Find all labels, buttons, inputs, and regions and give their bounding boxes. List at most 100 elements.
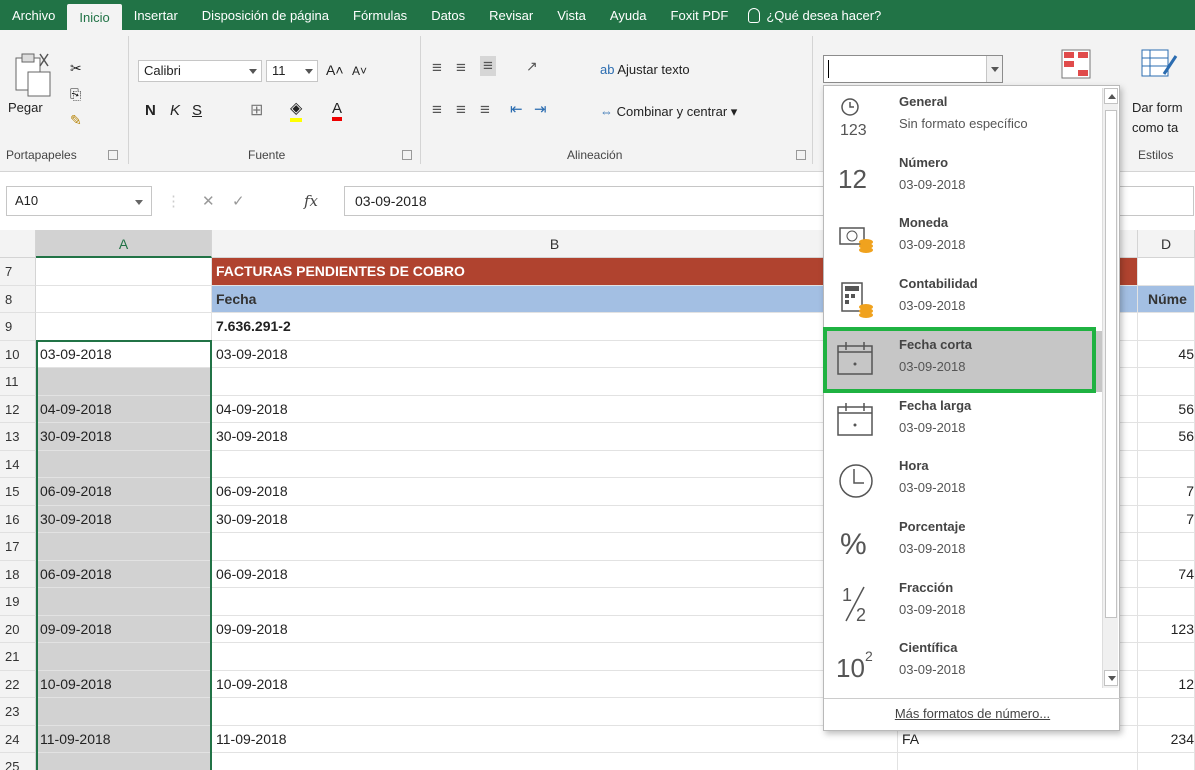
- cell-a[interactable]: 04-09-2018: [36, 395, 212, 423]
- font-color-icon[interactable]: A: [332, 100, 343, 121]
- insert-function-icon[interactable]: fx: [304, 192, 318, 210]
- row-header[interactable]: 21: [0, 643, 36, 671]
- font-name-select[interactable]: Calibri: [138, 60, 262, 82]
- cell-d[interactable]: [1138, 643, 1195, 671]
- column-header-a[interactable]: A: [36, 230, 212, 258]
- name-box[interactable]: A10: [6, 186, 152, 216]
- alignment-launcher-icon[interactable]: [796, 150, 806, 160]
- cell-b[interactable]: 10-09-2018: [212, 670, 898, 698]
- column-header-d[interactable]: D: [1138, 230, 1195, 258]
- merge-center-button[interactable]: ⇔ Combinar y centrar ▾: [600, 104, 737, 120]
- row-header[interactable]: 10: [0, 340, 36, 368]
- row-header[interactable]: 24: [0, 725, 36, 753]
- align-bottom-icon[interactable]: ≡: [480, 56, 496, 76]
- number-format-dropdown-button[interactable]: [986, 56, 1002, 82]
- cell-a[interactable]: 30-09-2018: [36, 423, 212, 451]
- font-launcher-icon[interactable]: [402, 150, 412, 160]
- row-header[interactable]: 7: [0, 258, 36, 286]
- orientation-icon[interactable]: ↗: [526, 58, 538, 75]
- align-right-icon[interactable]: ≡: [480, 100, 490, 120]
- row-header[interactable]: 16: [0, 505, 36, 533]
- cell-d[interactable]: 7: [1138, 505, 1195, 533]
- cell-a[interactable]: [36, 258, 212, 286]
- cell-b[interactable]: 04-09-2018: [212, 395, 898, 423]
- cell-d[interactable]: [1138, 533, 1195, 561]
- increase-indent-icon[interactable]: ⇥: [534, 100, 547, 118]
- scrollbar-thumb[interactable]: [1105, 110, 1117, 618]
- tab-archivo[interactable]: Archivo: [0, 0, 67, 30]
- tab-ayuda[interactable]: Ayuda: [598, 0, 659, 30]
- cell-b[interactable]: [212, 450, 898, 478]
- cell-d[interactable]: 12: [1138, 670, 1195, 698]
- dropdown-scrollbar[interactable]: [1102, 88, 1118, 688]
- cell-b[interactable]: 30-09-2018: [212, 505, 898, 533]
- format-option[interactable]: 10 2 Científica 03-09-2018: [824, 634, 1105, 695]
- cell-a[interactable]: 06-09-2018: [36, 478, 212, 506]
- row-header[interactable]: 25: [0, 753, 36, 770]
- cell-a[interactable]: 06-09-2018: [36, 560, 212, 588]
- row-header[interactable]: 13: [0, 423, 36, 451]
- row-header[interactable]: 14: [0, 450, 36, 478]
- cell-a[interactable]: [36, 698, 212, 726]
- row-header[interactable]: 9: [0, 313, 36, 341]
- cell-b[interactable]: 03-09-2018: [212, 340, 898, 368]
- cell-b[interactable]: Fecha: [212, 285, 898, 313]
- cell-a[interactable]: 10-09-2018: [36, 670, 212, 698]
- cell-d[interactable]: 74: [1138, 560, 1195, 588]
- row-header[interactable]: 12: [0, 395, 36, 423]
- cell-a[interactable]: [36, 285, 212, 313]
- bold-button[interactable]: N: [145, 102, 156, 119]
- font-size-select[interactable]: 11: [266, 60, 318, 82]
- decrease-indent-icon[interactable]: ⇤: [510, 100, 523, 118]
- tab-datos[interactable]: Datos: [419, 0, 477, 30]
- cell-c[interactable]: [898, 753, 1138, 770]
- tab-inicio[interactable]: Inicio: [67, 4, 122, 30]
- cell-b[interactable]: 7.636.291-2: [212, 313, 898, 341]
- format-option[interactable]: Hora 03-09-2018: [824, 452, 1105, 513]
- align-middle-icon[interactable]: ≡: [456, 58, 466, 78]
- cut-icon[interactable]: ✂: [70, 60, 82, 77]
- borders-icon[interactable]: ⊞: [250, 100, 263, 120]
- format-table-button-line2[interactable]: como ta: [1132, 120, 1178, 135]
- format-option[interactable]: 1 2 Fracción 03-09-2018: [824, 574, 1105, 635]
- cell-d[interactable]: [1138, 698, 1195, 726]
- cell-a[interactable]: [36, 643, 212, 671]
- cell-b[interactable]: FACTURAS PENDIENTES DE COBRO: [212, 258, 898, 286]
- row-header[interactable]: 11: [0, 368, 36, 396]
- conditional-format-icon[interactable]: [1060, 48, 1092, 80]
- wrap-text-button[interactable]: ab Ajustar texto: [600, 62, 690, 77]
- tab-foxit[interactable]: Foxit PDF: [659, 0, 741, 30]
- cancel-icon[interactable]: ✕: [202, 192, 215, 210]
- cell-d[interactable]: [1138, 313, 1195, 341]
- paste-icon[interactable]: [10, 50, 62, 98]
- tab-insertar[interactable]: Insertar: [122, 0, 190, 30]
- format-option[interactable]: 12 Número 03-09-2018: [824, 149, 1105, 210]
- column-header-b[interactable]: B: [212, 230, 898, 258]
- cell-d[interactable]: 7: [1138, 478, 1195, 506]
- format-option[interactable]: % Porcentaje 03-09-2018: [824, 513, 1105, 574]
- number-format-select[interactable]: [823, 55, 1003, 83]
- cell-d[interactable]: Núme: [1138, 285, 1195, 313]
- format-table-button-line1[interactable]: Dar form: [1132, 100, 1183, 115]
- tab-disposicion[interactable]: Disposición de página: [190, 0, 341, 30]
- align-top-icon[interactable]: ≡: [432, 58, 442, 78]
- cell-b[interactable]: 11-09-2018: [212, 725, 898, 753]
- row-header[interactable]: 17: [0, 533, 36, 561]
- cell-d[interactable]: 234: [1138, 725, 1195, 753]
- cell-b[interactable]: [212, 698, 898, 726]
- cell-b[interactable]: 06-09-2018: [212, 560, 898, 588]
- row-header[interactable]: 23: [0, 698, 36, 726]
- format-option[interactable]: 123 General Sin formato específico: [824, 88, 1105, 149]
- cell-b[interactable]: [212, 533, 898, 561]
- enter-icon[interactable]: ✓: [232, 192, 245, 210]
- row-header[interactable]: 19: [0, 588, 36, 616]
- underline-button[interactable]: S: [192, 102, 202, 119]
- format-painter-icon[interactable]: ✎: [70, 112, 82, 129]
- row-header[interactable]: 8: [0, 285, 36, 313]
- format-as-table-icon[interactable]: [1140, 48, 1180, 80]
- clipboard-launcher-icon[interactable]: [108, 150, 118, 160]
- tab-revisar[interactable]: Revisar: [477, 0, 545, 30]
- cell-b[interactable]: 30-09-2018: [212, 423, 898, 451]
- scroll-down-icon[interactable]: [1104, 670, 1118, 686]
- cell-b[interactable]: [212, 643, 898, 671]
